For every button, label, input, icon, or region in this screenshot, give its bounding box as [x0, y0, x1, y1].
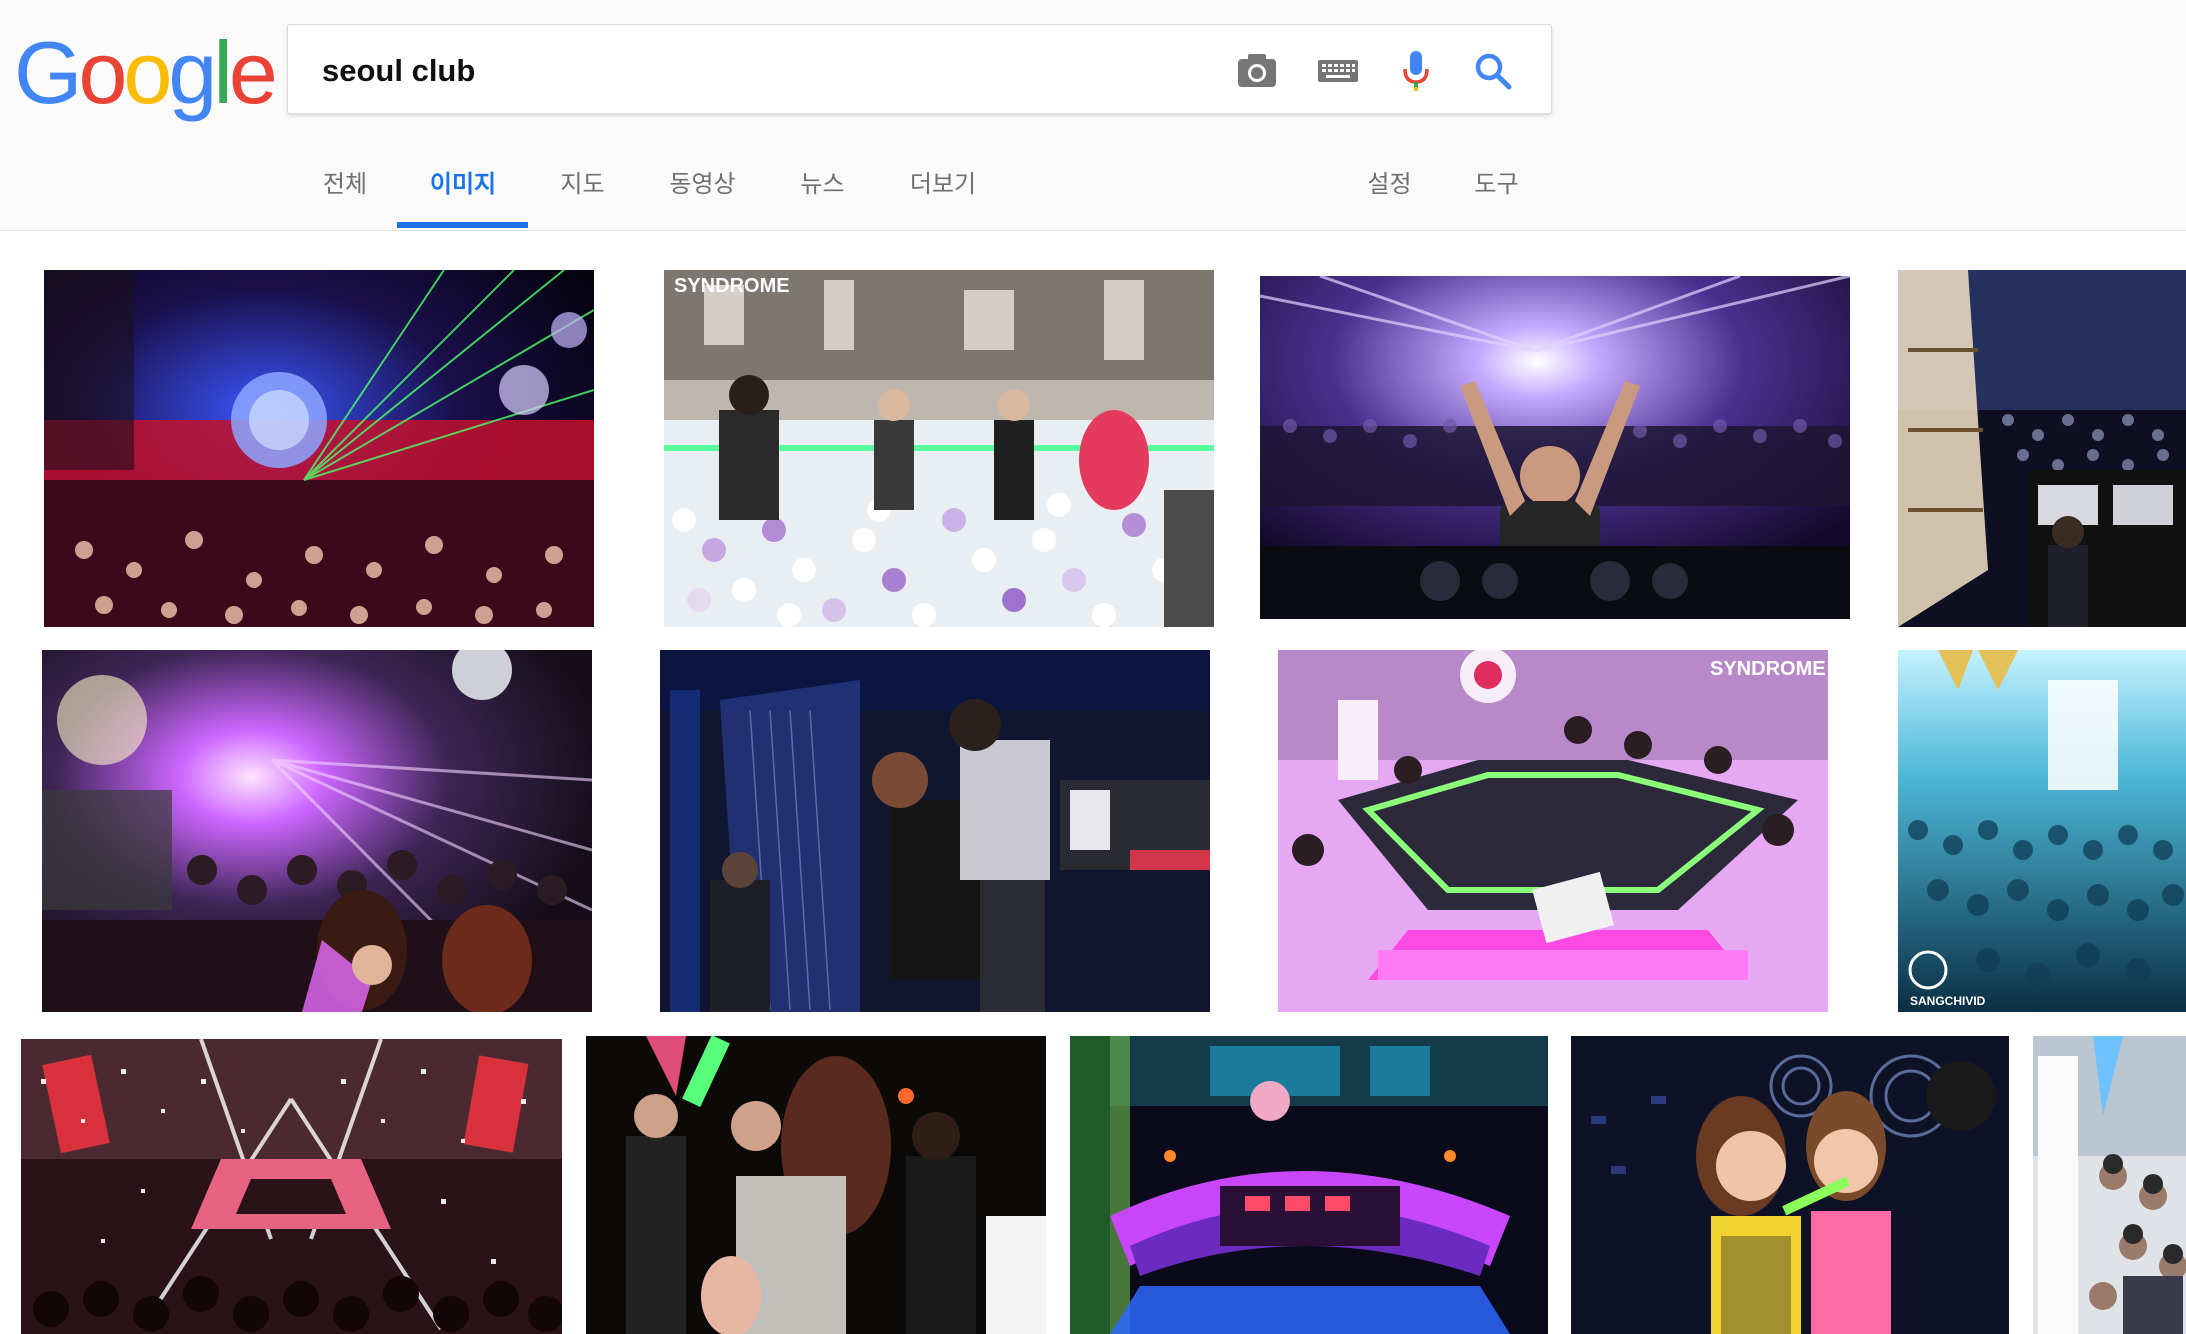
image-result-6[interactable]	[660, 650, 1210, 1012]
tab-videos[interactable]: 동영상	[655, 150, 750, 230]
overlay-text: SYNDROME	[674, 275, 790, 297]
image-result-10[interactable]	[586, 1036, 1046, 1334]
tab-images[interactable]: 이미지	[418, 150, 508, 230]
search-tabs: 전체 이미지 지도 동영상 뉴스 더보기 설정 도구	[0, 150, 2186, 230]
overlay-text: SANGCHIVID	[1910, 994, 1986, 1008]
camera-icon[interactable]	[1231, 45, 1283, 97]
image-result-4[interactable]	[1898, 270, 2186, 627]
tab-settings[interactable]: 설정	[1352, 150, 1427, 230]
logo-letter-l: l	[213, 23, 232, 122]
overlay-text: SYNDROME	[1710, 658, 1826, 680]
logo-letter-g2: g	[168, 23, 217, 122]
google-logo[interactable]: G o o g l e	[14, 18, 278, 128]
keyboard-icon[interactable]	[1312, 45, 1364, 97]
tab-more[interactable]: 더보기	[893, 150, 993, 230]
tab-tools[interactable]: 도구	[1459, 150, 1534, 230]
logo-letter-o1: o	[78, 23, 127, 122]
image-results-grid: SYNDROME SYNDROME SANGCHIVID	[0, 231, 2186, 1334]
search-icon[interactable]	[1467, 45, 1519, 97]
search-input[interactable]	[320, 43, 1164, 99]
header: G o o g l e seoul club 전체 이미지 지도 동영상 뉴스 …	[0, 0, 2186, 231]
search-box	[287, 24, 1552, 114]
image-result-3[interactable]	[1260, 276, 1850, 619]
image-result-2[interactable]: SYNDROME	[664, 270, 1214, 627]
microphone-icon[interactable]	[1390, 45, 1442, 97]
tab-all[interactable]: 전체	[305, 150, 385, 230]
image-result-13[interactable]	[2033, 1036, 2186, 1334]
logo-letter-o2: o	[123, 23, 172, 122]
tab-maps[interactable]: 지도	[545, 150, 620, 230]
image-result-9[interactable]	[21, 1039, 562, 1334]
image-result-12[interactable]	[1571, 1036, 2009, 1334]
image-result-7[interactable]: SYNDROME	[1278, 650, 1828, 1012]
image-result-5[interactable]	[42, 650, 592, 1012]
image-result-1[interactable]	[44, 270, 594, 627]
logo-letter-g: G	[14, 23, 82, 122]
logo-letter-e: e	[228, 23, 278, 122]
image-result-11[interactable]	[1070, 1036, 1548, 1334]
active-tab-indicator	[397, 222, 528, 228]
image-result-8[interactable]: SANGCHIVID	[1898, 650, 2186, 1012]
tab-news[interactable]: 뉴스	[785, 150, 860, 230]
